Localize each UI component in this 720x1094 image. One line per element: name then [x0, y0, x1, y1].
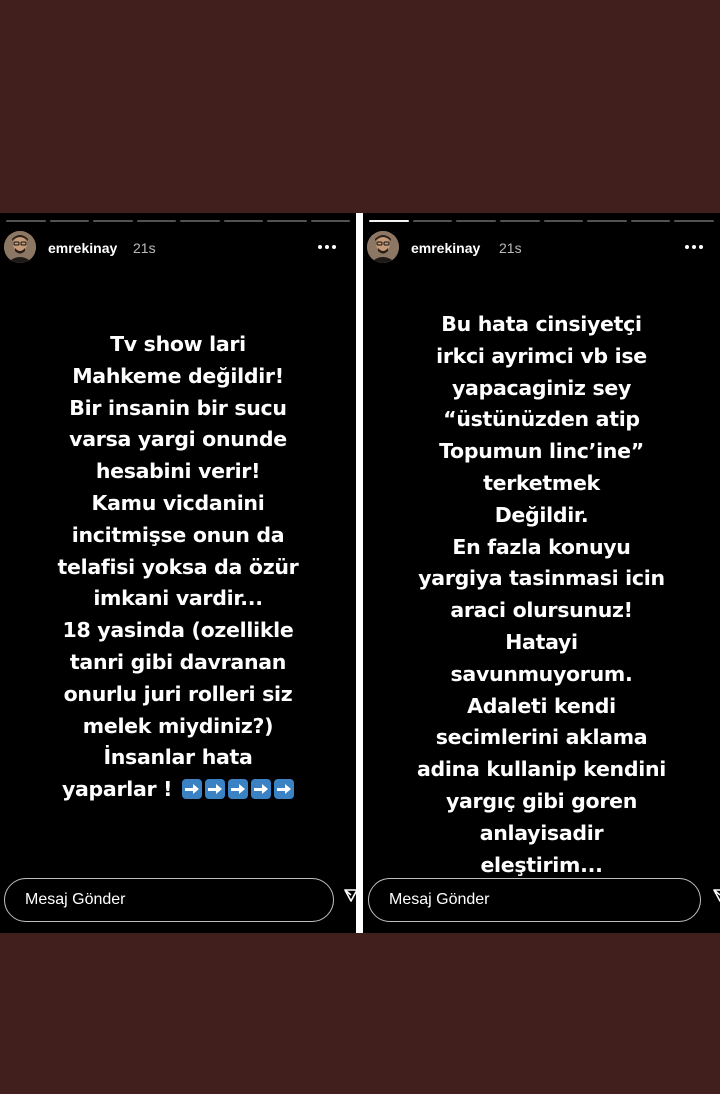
progress-segment [412, 220, 453, 222]
message-placeholder: Mesaj Gönder [25, 891, 126, 908]
text-line: melek miydiniz?) [82, 713, 274, 738]
text-line: savunmuyorum. [450, 661, 633, 686]
progress-segment [310, 220, 350, 222]
text-line: Hatayi [505, 629, 578, 654]
text-line: yaparlar ! [61, 777, 173, 802]
text-line: Topumun linc’ine” [439, 439, 644, 464]
text-line-with-arrows: yaparlar ! [0, 774, 356, 806]
username[interactable]: emrekinay [48, 240, 117, 256]
right-arrow-icon [205, 779, 226, 800]
text-line: Bir insanin bir sucu [69, 395, 287, 420]
text-line: irkci ayrimci vb ise [436, 343, 647, 368]
text-line: İnsanlar hata [103, 745, 253, 770]
more-options-icon[interactable] [679, 235, 709, 259]
progress-segment [223, 220, 263, 222]
progress-segment [6, 220, 46, 222]
more-options-icon[interactable] [312, 235, 342, 259]
progress-segment [456, 220, 496, 222]
progress-segment [267, 220, 307, 222]
right-arrow-icon [251, 779, 272, 800]
text-line: onurlu juri rolleri siz [63, 681, 293, 706]
message-input[interactable]: Mesaj Gönder [4, 878, 334, 922]
text-line: yargiya tasinmasi icin [418, 566, 665, 591]
story-right[interactable]: emrekinay 21s Bu hata cinsiyetçi irkci a… [363, 213, 720, 933]
right-arrow-icon [274, 779, 295, 800]
text-line: Adaleti kendi [467, 693, 616, 718]
story-header: emrekinay 21s [363, 231, 720, 267]
text-line: Mahkeme değildir! [72, 363, 284, 388]
story-header: emrekinay 21s [0, 231, 356, 267]
post-time: 21s [499, 240, 522, 256]
progress-segment [499, 220, 540, 222]
message-input[interactable]: Mesaj Gönder [368, 878, 701, 922]
text-line: Tv show lari [110, 332, 246, 356]
text-line: telafisi yoksa da özür [57, 554, 299, 579]
text-line: Bu hata cinsiyetçi [441, 312, 642, 336]
progress-segment [543, 220, 584, 222]
send-icon[interactable] [713, 888, 720, 902]
progress-segment [136, 220, 176, 222]
text-line: hesabini verir! [95, 459, 261, 484]
text-line: eleştirim... [480, 852, 603, 877]
progress-segment [369, 220, 409, 222]
story-text: Tv show lari Mahkeme değildir! Bir insan… [0, 329, 356, 806]
text-line: “üstünüzden atip [443, 407, 640, 432]
progress-segment [587, 220, 627, 222]
avatar[interactable] [367, 231, 399, 263]
text-line: Kamu vicdanini [91, 490, 265, 515]
progress-segment [93, 220, 133, 222]
text-line: araci olursunuz! [450, 598, 633, 623]
right-arrow-icon [182, 779, 203, 800]
text-line: incitmişse onun da [71, 522, 285, 547]
text-line: secimlerini aklama [435, 725, 648, 750]
story-progress-bar [6, 220, 350, 222]
text-line: terketmek [483, 470, 600, 495]
send-icon[interactable] [344, 888, 356, 902]
stories-screenshot: emrekinay 21s Tv show lari Mahkeme değil… [0, 213, 720, 933]
text-line: tanri gibi davranan [69, 649, 287, 674]
progress-segment [674, 220, 714, 222]
story-text: Bu hata cinsiyetçi irkci ayrimci vb ise … [363, 309, 720, 881]
message-placeholder: Mesaj Gönder [389, 891, 490, 908]
progress-segment [49, 220, 89, 222]
text-line: En fazla konuyu [452, 534, 631, 559]
text-line: 18 yasinda (ozellikle [62, 618, 294, 643]
text-line: Değildir. [494, 502, 589, 527]
text-line: anlayisadir [479, 820, 604, 845]
progress-segment [630, 220, 671, 222]
text-line: adina kullanip kendini [417, 757, 666, 782]
avatar[interactable] [4, 231, 36, 263]
username[interactable]: emrekinay [411, 240, 480, 256]
right-arrow-icon [228, 779, 249, 800]
story-progress-bar [369, 220, 714, 222]
story-left[interactable]: emrekinay 21s Tv show lari Mahkeme değil… [0, 213, 356, 933]
post-time: 21s [133, 240, 156, 256]
text-line: yapacaginiz sey [451, 375, 632, 400]
text-line: imkani vardir... [93, 586, 263, 611]
progress-segment [180, 220, 220, 222]
text-line: yargıç gibi goren [445, 788, 638, 813]
text-line: varsa yargi onunde [69, 427, 287, 452]
